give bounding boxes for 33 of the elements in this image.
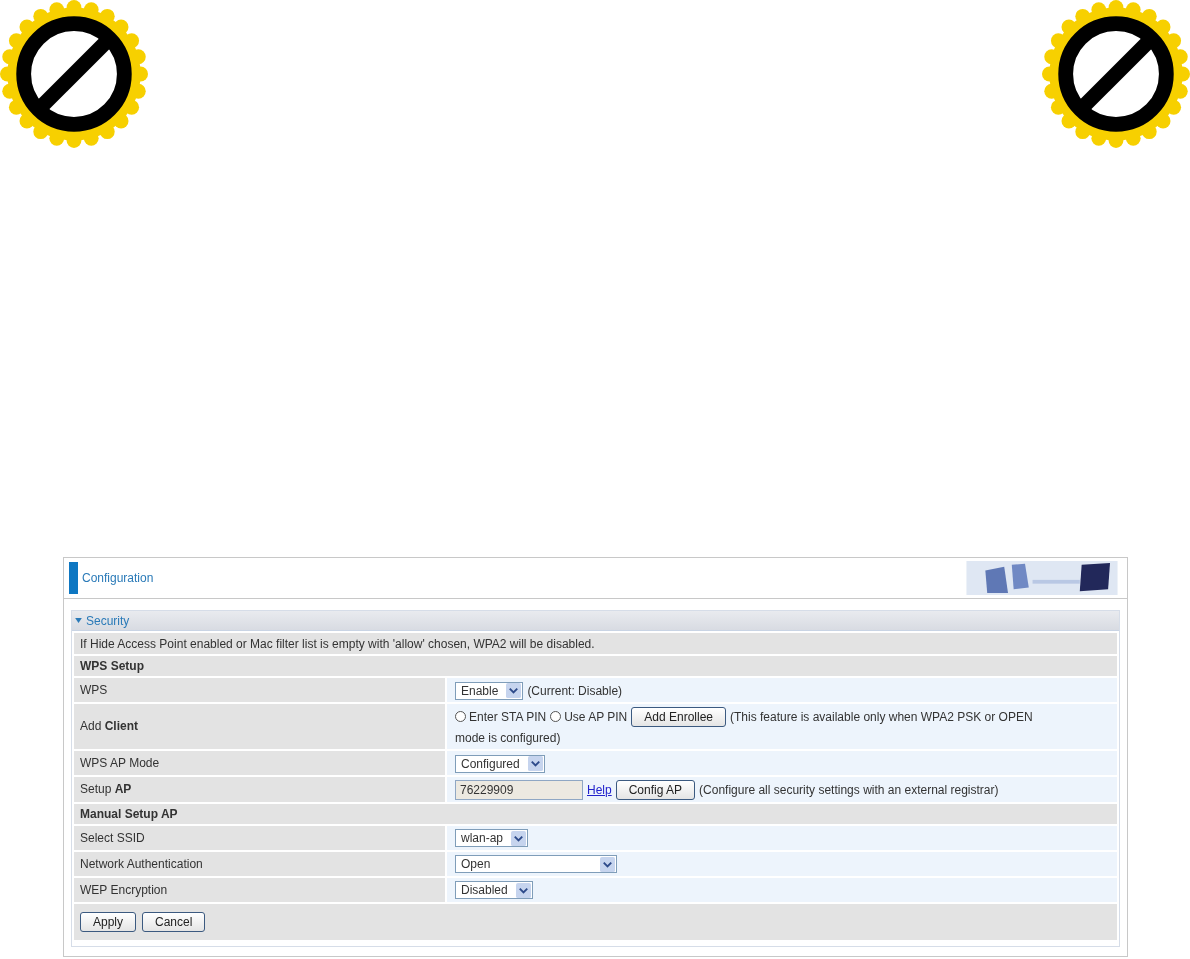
dropdown[interactable]: Open <box>455 855 617 874</box>
prohibition-icon <box>1042 0 1190 148</box>
group-heading: Manual Setup AP <box>80 806 178 821</box>
field-label: Select SSID <box>80 830 145 845</box>
field-label: Setup AP <box>80 782 132 797</box>
hint-text: (Configure all security settings with an external registrar) <box>699 782 999 797</box>
apply-button[interactable]: Apply <box>80 911 137 932</box>
group-heading: WPS Setup <box>80 659 144 673</box>
field-label: WPS <box>80 683 108 697</box>
pin-field[interactable]: 76229909 <box>455 779 583 800</box>
notice-text: If Hide Access Point enabled or Mac filter list is empty with 'allow' chosen, WPA2 will be disabled. <box>80 636 595 651</box>
hint-text: mode is configured) <box>455 730 561 745</box>
prohibition-icon <box>0 0 148 148</box>
field-label: WEP Encryption <box>80 882 168 897</box>
radio-option[interactable]: Enter STA PIN <box>455 709 547 724</box>
field-label: Network Authentication <box>80 856 203 871</box>
dropdown[interactable]: Disabled <box>455 881 533 900</box>
action-button[interactable]: Add Enrollee <box>631 706 726 727</box>
section-header[interactable]: Security <box>72 611 1119 631</box>
accent-bar <box>69 562 78 594</box>
field-label: Add Client <box>80 719 139 734</box>
dropdown[interactable]: Enable <box>455 681 524 700</box>
help-link[interactable]: Help <box>587 782 612 797</box>
action-button[interactable]: Config AP <box>615 779 696 800</box>
panel-title: Configuration <box>82 571 155 585</box>
caret-icon <box>75 618 82 623</box>
dropdown[interactable]: wlan-ap <box>455 829 529 848</box>
hint-text: (Current: Disable) <box>527 683 623 698</box>
hint-text: (This feature is available only when WPA2 PSK or OPEN <box>730 709 1033 724</box>
dropdown[interactable]: Configured <box>455 754 545 773</box>
cancel-button[interactable]: Cancel <box>142 911 206 932</box>
field-label: WPS AP Mode <box>80 755 160 770</box>
radio-option[interactable]: Use AP PIN <box>550 709 628 724</box>
